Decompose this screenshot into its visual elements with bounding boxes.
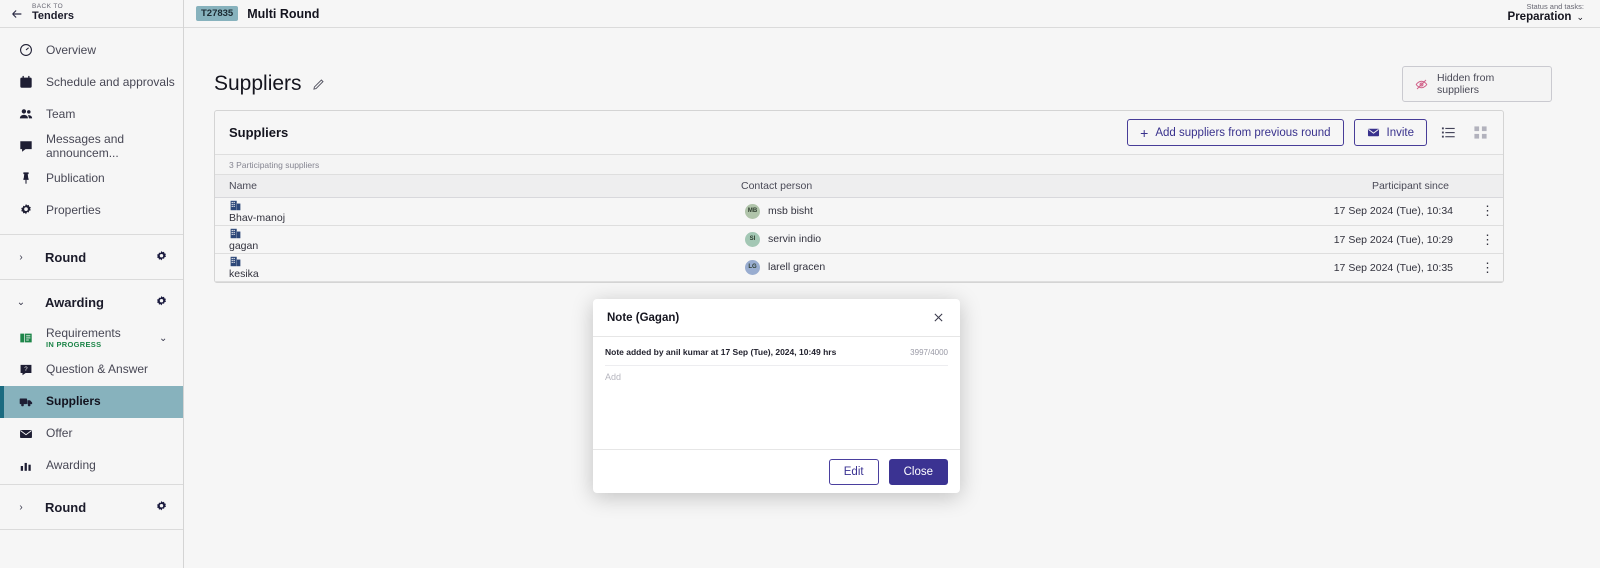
note-input[interactable]: Add [605, 365, 948, 449]
modal-header: Note (Gagan) [593, 299, 960, 337]
modal-title: Note (Gagan) [607, 311, 680, 324]
character-counter: 3997/4000 [910, 348, 948, 357]
note-meta-text: Note added by anil kumar at 17 Sep (Tue)… [605, 347, 837, 357]
app-root: BACK TO Tenders Overview Schedule and ap… [0, 0, 1600, 568]
note-meta-row: Note added by anil kumar at 17 Sep (Tue)… [605, 347, 948, 357]
modal-overlay[interactable]: Note (Gagan) Note added by anil kumar at… [0, 0, 1600, 568]
modal-body: Note added by anil kumar at 17 Sep (Tue)… [593, 337, 960, 449]
edit-button[interactable]: Edit [828, 458, 879, 485]
close-button[interactable]: Close [888, 458, 948, 485]
modal-footer: Edit Close [593, 449, 960, 493]
close-icon[interactable] [930, 310, 946, 326]
note-modal: Note (Gagan) Note added by anil kumar at… [593, 299, 960, 493]
